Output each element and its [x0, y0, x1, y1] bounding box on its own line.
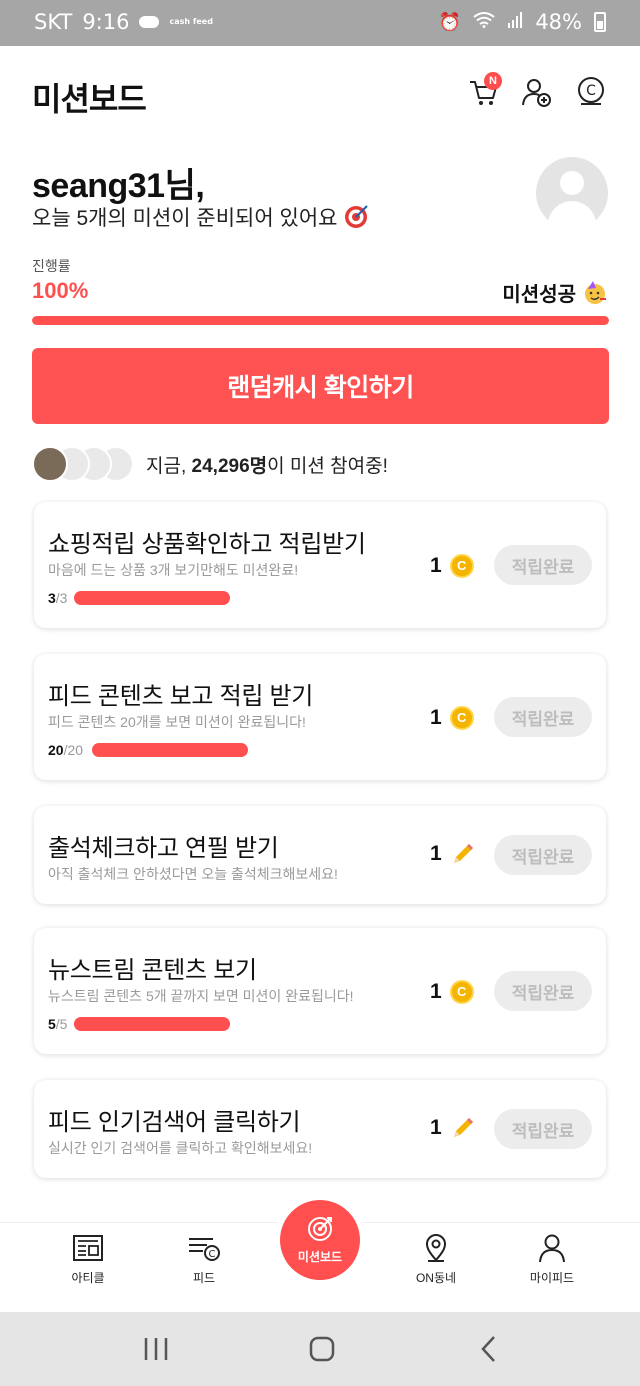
mission-reward: 1C — [430, 554, 474, 578]
progress-label: 진행률 — [32, 258, 71, 274]
mission-card-shopping[interactable]: 쇼핑적립 상품확인하고 적립받기 마음에 드는 상품 3개 보기만해도 미션완료… — [34, 502, 606, 628]
progress-bar-fill — [32, 316, 609, 325]
avatar[interactable] — [536, 157, 608, 229]
coin-icon: C — [449, 554, 474, 578]
mission-description: 피드 콘텐츠 20개를 보면 미션이 완료됩니다! — [48, 714, 306, 730]
mission-reward: 1C — [430, 980, 474, 1004]
nav-on-neighborhood-label: ON동네 — [415, 1271, 457, 1285]
mission-success-text: 미션성공 — [502, 284, 576, 306]
page-title: 미션보드 — [32, 81, 147, 117]
mission-title: 뉴스트림 콘텐츠 보기 — [48, 957, 257, 984]
add-friend-icon[interactable] — [521, 76, 553, 108]
participants-count: 24,296명 — [191, 455, 268, 477]
battery-percent: 48% — [535, 10, 582, 34]
recent-apps-icon[interactable] — [141, 1334, 171, 1364]
earn-complete-button[interactable]: 적립완료 — [494, 1109, 592, 1149]
profile-icon — [539, 1234, 565, 1263]
article-icon — [73, 1235, 103, 1261]
nav-article-label: 아티클 — [71, 1271, 105, 1285]
participants-row: 지금, 24,296명이 미션 참여중! — [32, 444, 388, 484]
user-greeting: seang31님, — [32, 167, 205, 205]
earn-complete-button[interactable]: 적립완료 — [494, 971, 592, 1011]
coin-icon: C — [449, 980, 474, 1004]
svg-text:C: C — [586, 83, 596, 99]
alarm-icon: ⏰ — [438, 11, 462, 33]
app-header: 미션보드 N C — [0, 46, 640, 142]
cloud-icon — [139, 16, 160, 28]
cash-icon[interactable]: C — [575, 76, 607, 108]
mission-description: 아직 출석체크 안하셨다면 오늘 출석체크해보세요! — [48, 866, 338, 882]
participants-text: 지금, 24,296명이 미션 참여중! — [146, 455, 388, 477]
mission-reward: 1C — [430, 706, 474, 730]
mission-description: 실시간 인기 검색어를 클릭하고 확인해보세요! — [48, 1140, 313, 1156]
mission-summary-text: 오늘 5개의 미션이 준비되어 있어요 — [32, 207, 338, 230]
mission-summary: 오늘 5개의 미션이 준비되어 있어요 — [32, 202, 369, 232]
home-icon[interactable] — [307, 1334, 337, 1364]
earn-complete-button[interactable]: 적립완료 — [494, 545, 592, 585]
mission-success-label: 미션성공 — [502, 278, 608, 307]
mission-progress-bar — [74, 591, 230, 605]
mission-card-trending-search[interactable]: 피드 인기검색어 클릭하기 실시간 인기 검색어를 클릭하고 확인해보세요! 1… — [34, 1080, 606, 1178]
mission-card-feed[interactable]: 피드 콘텐츠 보고 적립 받기 피드 콘텐츠 20개를 보면 미션이 완료됩니다… — [34, 654, 606, 780]
mission-progress-bar — [92, 743, 248, 757]
pencil-icon — [453, 1118, 473, 1137]
mission-reward: 1 — [430, 1115, 476, 1141]
progress-percent: 100% — [32, 278, 89, 303]
nav-article[interactable]: 아티클 — [48, 1233, 128, 1286]
clock: 9:16 — [82, 10, 130, 34]
participant-avatar — [32, 446, 68, 482]
nav-myfeed[interactable]: 마이피드 — [512, 1233, 592, 1286]
mission-card-attendance[interactable]: 출석체크하고 연필 받기 아직 출석체크 안하셨다면 오늘 출석체크해보세요! … — [34, 806, 606, 904]
earn-complete-button[interactable]: 적립완료 — [494, 697, 592, 737]
mission-title: 피드 콘텐츠 보고 적립 받기 — [48, 683, 314, 710]
mission-description: 마음에 드는 상품 3개 보기만해도 미션완료! — [48, 562, 299, 578]
pencil-icon — [453, 844, 473, 863]
mission-title: 출석체크하고 연필 받기 — [48, 835, 279, 862]
target-icon — [345, 205, 369, 228]
status-bar: SKT 9:16 cash feed ⏰ 48% — [0, 0, 640, 46]
random-cash-button[interactable]: 랜덤캐시 확인하기 — [32, 348, 609, 424]
battery-icon — [594, 12, 606, 32]
nav-feed[interactable]: C 피드 — [164, 1233, 244, 1286]
nav-missionboard[interactable]: 미션보드 — [280, 1200, 360, 1280]
mission-count: 5/5 — [48, 1016, 68, 1032]
mission-title: 피드 인기검색어 클릭하기 — [48, 1109, 301, 1136]
mission-title: 쇼핑적립 상품확인하고 적립받기 — [48, 531, 366, 558]
coin-icon: C — [449, 706, 474, 730]
nav-missionboard-label: 미션보드 — [297, 1250, 343, 1264]
nav-feed-label: 피드 — [192, 1271, 216, 1285]
back-icon[interactable] — [474, 1334, 504, 1364]
earn-complete-button[interactable]: 적립완료 — [494, 835, 592, 875]
carrier-label: SKT — [34, 10, 73, 34]
mission-card-newstream[interactable]: 뉴스트림 콘텐츠 보기 뉴스트림 콘텐츠 5개 끝까지 보면 미션이 완료됩니다… — [34, 928, 606, 1054]
wifi-icon — [473, 11, 495, 33]
progress-bar — [32, 316, 609, 325]
feed-icon: C — [189, 1238, 220, 1261]
nav-on-neighborhood[interactable]: ON동네 — [396, 1233, 476, 1286]
mission-count: 20/20 — [48, 742, 84, 758]
location-pin-icon — [425, 1234, 447, 1262]
mission-count: 3/3 — [48, 590, 68, 606]
mission-progress-bar — [74, 1017, 230, 1031]
target-icon — [308, 1217, 332, 1241]
mission-description: 뉴스트림 콘텐츠 5개 끝까지 보면 미션이 완료됩니다! — [48, 988, 354, 1004]
signal-icon — [507, 11, 523, 33]
system-nav-bar — [0, 1312, 640, 1386]
nav-myfeed-label: 마이피드 — [529, 1271, 575, 1285]
cart-new-badge: N — [484, 72, 502, 90]
svg-text:C: C — [209, 1249, 216, 1260]
cashfeed-status-icon: cash feed — [169, 17, 213, 26]
party-face-icon — [585, 280, 606, 304]
mission-reward: 1 — [430, 841, 476, 867]
